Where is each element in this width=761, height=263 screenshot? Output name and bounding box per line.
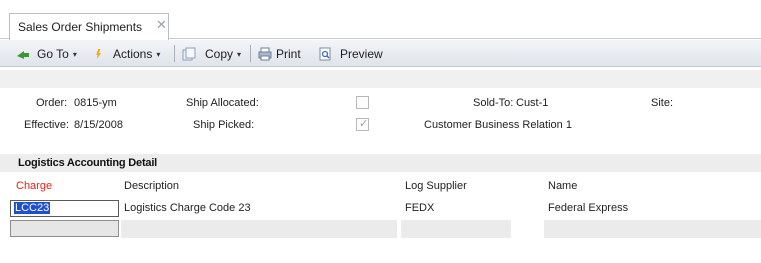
row-name: Federal Express xyxy=(548,202,629,214)
section-title: Logistics Accounting Detail xyxy=(18,157,158,169)
row-log-supplier[interactable]: FEDX xyxy=(405,202,434,214)
chevron-down-icon: ▾ xyxy=(72,49,77,59)
toolbar-separator xyxy=(250,45,251,62)
printer-icon xyxy=(258,47,272,61)
goto-button[interactable]: Go To ▾ xyxy=(14,46,77,62)
arrow-right-icon xyxy=(17,51,29,59)
tab-sales-order-shipments[interactable]: Sales Order Shipments ✕ xyxy=(9,13,169,40)
order-label: Order: xyxy=(36,97,68,109)
ship-picked-checkbox[interactable] xyxy=(356,117,369,131)
new-row-log-supplier-cell[interactable] xyxy=(401,220,511,238)
chevron-down-icon: ▾ xyxy=(156,49,161,59)
copy-label: Copy xyxy=(205,47,234,61)
preview-icon xyxy=(319,47,331,61)
sold-to-label: Sold-To: xyxy=(473,97,514,109)
effective-value: 8/15/2008 xyxy=(74,119,123,131)
column-header-log-supplier[interactable]: Log Supplier xyxy=(405,180,467,192)
new-row-name-cell[interactable] xyxy=(544,220,761,238)
preview-button[interactable]: Preview xyxy=(318,46,383,62)
tab-title: Sales Order Shipments xyxy=(18,20,143,34)
toolbar-separator xyxy=(174,45,175,62)
charge-input-value: LCC23 xyxy=(14,202,51,214)
new-row-description-cell[interactable] xyxy=(121,220,397,238)
column-header-description[interactable]: Description xyxy=(124,180,179,192)
sold-to-value: Cust-1 xyxy=(516,97,549,109)
effective-label: Effective: xyxy=(24,119,70,131)
section-header: Logistics Accounting Detail xyxy=(0,154,761,172)
close-icon[interactable]: ✕ xyxy=(156,17,167,33)
ship-picked-label: Ship Picked: xyxy=(193,119,255,131)
site-label: Site: xyxy=(651,97,674,109)
goto-label: Go To xyxy=(37,47,69,61)
order-value: 0815-ym xyxy=(74,97,117,109)
ship-allocated-label: Ship Allocated: xyxy=(186,97,259,109)
column-header-charge[interactable]: Charge xyxy=(16,180,52,192)
lightning-icon xyxy=(96,49,102,59)
print-label: Print xyxy=(276,47,301,61)
sold-to-name: Customer Business Relation 1 xyxy=(424,119,572,131)
copy-icon xyxy=(182,47,196,61)
preview-label: Preview xyxy=(340,47,383,61)
chevron-down-icon: ▾ xyxy=(237,49,242,59)
copy-button[interactable]: Copy ▾ xyxy=(182,46,241,62)
column-header-name[interactable]: Name xyxy=(548,180,577,192)
row-description: Logistics Charge Code 23 xyxy=(124,202,251,214)
charge-input[interactable]: LCC23 xyxy=(10,200,119,217)
toolbar: Go To ▾ Actions ▾ Copy ▾ Print Preview xyxy=(0,40,761,67)
new-row-charge-cell[interactable] xyxy=(10,220,119,237)
print-button[interactable]: Print xyxy=(258,46,301,62)
actions-label: Actions xyxy=(113,47,153,61)
info-band xyxy=(0,70,761,88)
ship-allocated-checkbox[interactable] xyxy=(356,96,369,109)
actions-button[interactable]: Actions ▾ xyxy=(94,46,160,62)
tab-strip: Sales Order Shipments ✕ xyxy=(0,0,761,40)
